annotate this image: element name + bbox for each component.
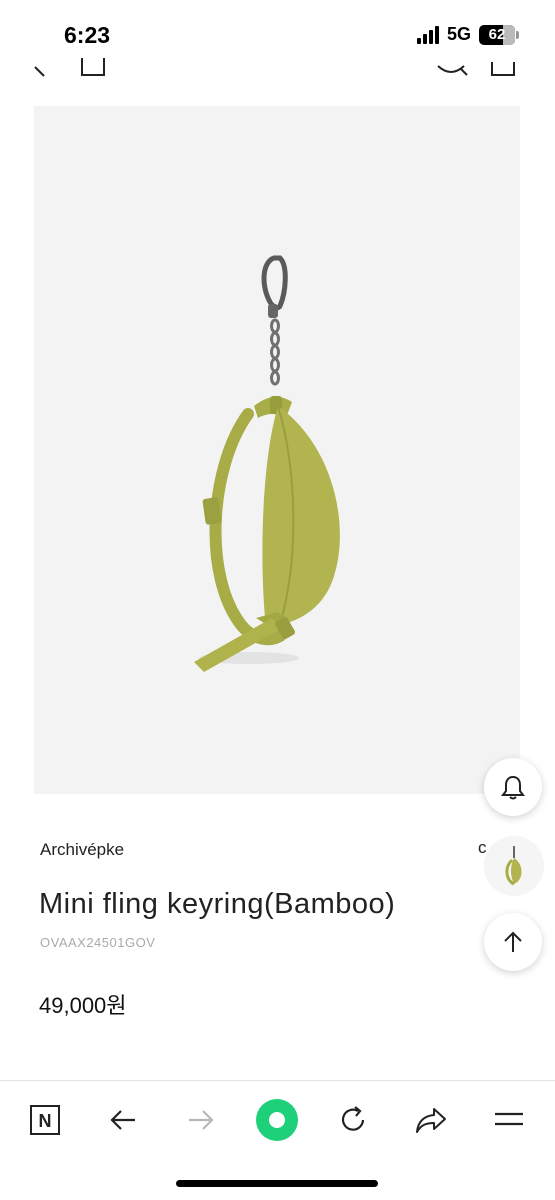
search-icon[interactable] — [436, 58, 468, 78]
battery-icon: 62 — [479, 24, 519, 45]
back-button[interactable] — [100, 1097, 146, 1143]
partial-icon-text: c — [478, 838, 487, 857]
scroll-top-button[interactable] — [484, 913, 542, 971]
status-bar: 6:23 5G 62 — [0, 0, 555, 60]
naver-n-label: N — [39, 1111, 52, 1131]
product-image[interactable] — [34, 106, 520, 794]
cart-icon[interactable] — [490, 58, 516, 78]
product-price: 49,000원 — [39, 993, 127, 1018]
back-arrow-icon — [110, 1110, 135, 1130]
naver-n-icon: N — [30, 1105, 60, 1135]
status-indicators: 5G 62 — [416, 24, 519, 45]
green-dot-icon — [256, 1099, 298, 1141]
bag-icon[interactable] — [80, 58, 106, 78]
bell-icon — [501, 775, 525, 800]
share-icon — [416, 1108, 446, 1133]
green-dot-button[interactable] — [254, 1097, 300, 1143]
keyring-thumbnail-image — [505, 846, 522, 886]
signal-icon — [416, 25, 439, 44]
battery-level: 62 — [488, 25, 506, 43]
arrow-up-icon — [504, 931, 522, 952]
keyring-image — [194, 255, 340, 672]
forward-button[interactable] — [178, 1097, 224, 1143]
back-icon[interactable] — [32, 58, 52, 78]
forward-arrow-icon — [189, 1110, 214, 1130]
network-label: 5G — [446, 24, 471, 44]
thumbnail[interactable] — [484, 836, 544, 896]
refresh-button[interactable] — [330, 1097, 376, 1143]
refresh-icon — [341, 1106, 365, 1131]
product-code: OVAAX24501GOV — [40, 935, 156, 950]
notification-button[interactable] — [484, 758, 542, 816]
home-indicator[interactable] — [176, 1180, 378, 1187]
share-button[interactable] — [408, 1097, 454, 1143]
menu-button[interactable] — [486, 1097, 532, 1143]
brand-name[interactable]: Archivépke — [40, 840, 124, 860]
product-title: Mini fling keyring(Bamboo) — [39, 888, 396, 920]
menu-icon — [495, 1112, 523, 1126]
status-time: 6:23 — [64, 22, 111, 48]
naver-home-button[interactable]: N — [22, 1097, 68, 1143]
